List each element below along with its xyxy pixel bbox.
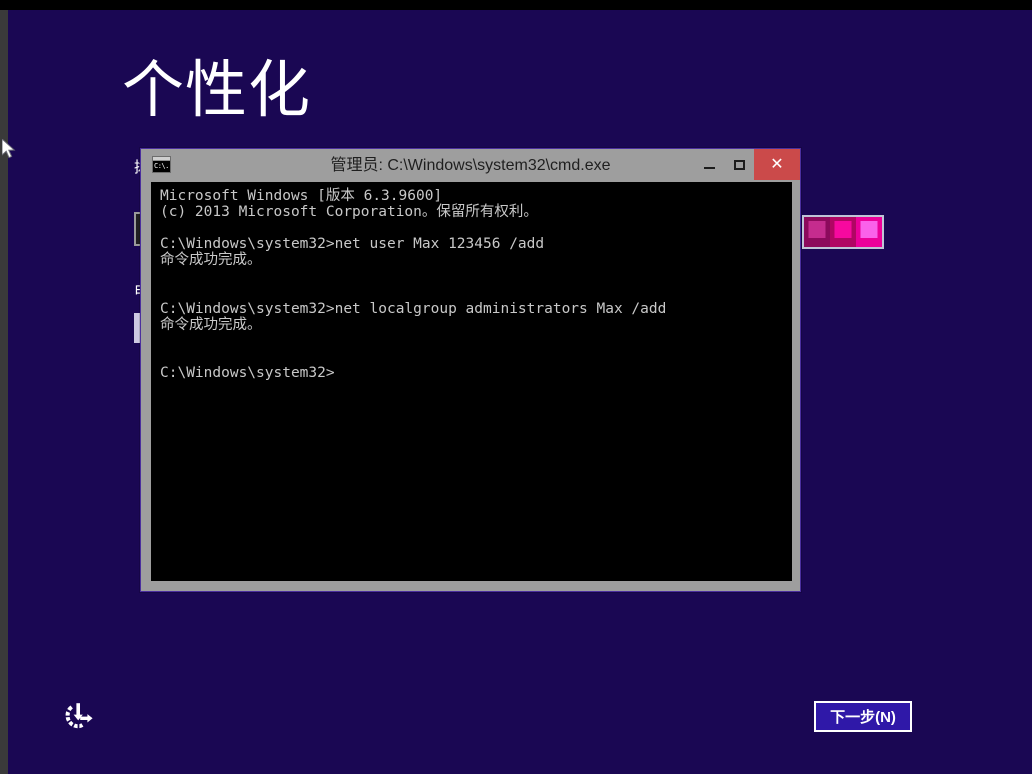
- cmd-icon-prompt: C:\.: [153, 161, 170, 173]
- screen-top-border: [0, 0, 1032, 10]
- mouse-pointer: [2, 139, 18, 161]
- window-controls[interactable]: ✕: [694, 149, 800, 180]
- windows-setup-background: 个性化 拨 甲: [8, 10, 1032, 774]
- minimize-glyph: [704, 167, 715, 169]
- maximize-icon[interactable]: [724, 149, 754, 180]
- accent-color-picker[interactable]: [802, 215, 884, 249]
- console-output[interactable]: Microsoft Windows [版本 6.3.9600] (c) 2013…: [151, 182, 792, 581]
- color-swatch[interactable]: [856, 217, 882, 247]
- page-title: 个性化: [122, 52, 311, 130]
- color-swatch[interactable]: [804, 217, 830, 247]
- minimize-icon[interactable]: [694, 149, 724, 180]
- close-glyph: ✕: [770, 157, 783, 173]
- color-swatch-highlight: [835, 221, 852, 238]
- ease-of-access-icon[interactable]: [60, 698, 96, 734]
- cmd-icon: C:\.: [152, 156, 171, 173]
- command-prompt-window[interactable]: C:\. 管理员: C:\Windows\system32\cmd.exe ✕ …: [140, 148, 801, 592]
- screen: 个性化 拨 甲: [0, 0, 1032, 774]
- color-swatch-highlight: [861, 221, 878, 238]
- close-icon[interactable]: ✕: [754, 149, 800, 180]
- color-swatch-highlight: [809, 221, 826, 238]
- screen-left-border: [0, 10, 8, 774]
- maximize-glyph: [734, 160, 745, 170]
- console-title-bar[interactable]: C:\. 管理员: C:\Windows\system32\cmd.exe ✕: [141, 149, 800, 182]
- next-button[interactable]: 下一步(N): [814, 701, 912, 732]
- color-swatch[interactable]: [830, 217, 856, 247]
